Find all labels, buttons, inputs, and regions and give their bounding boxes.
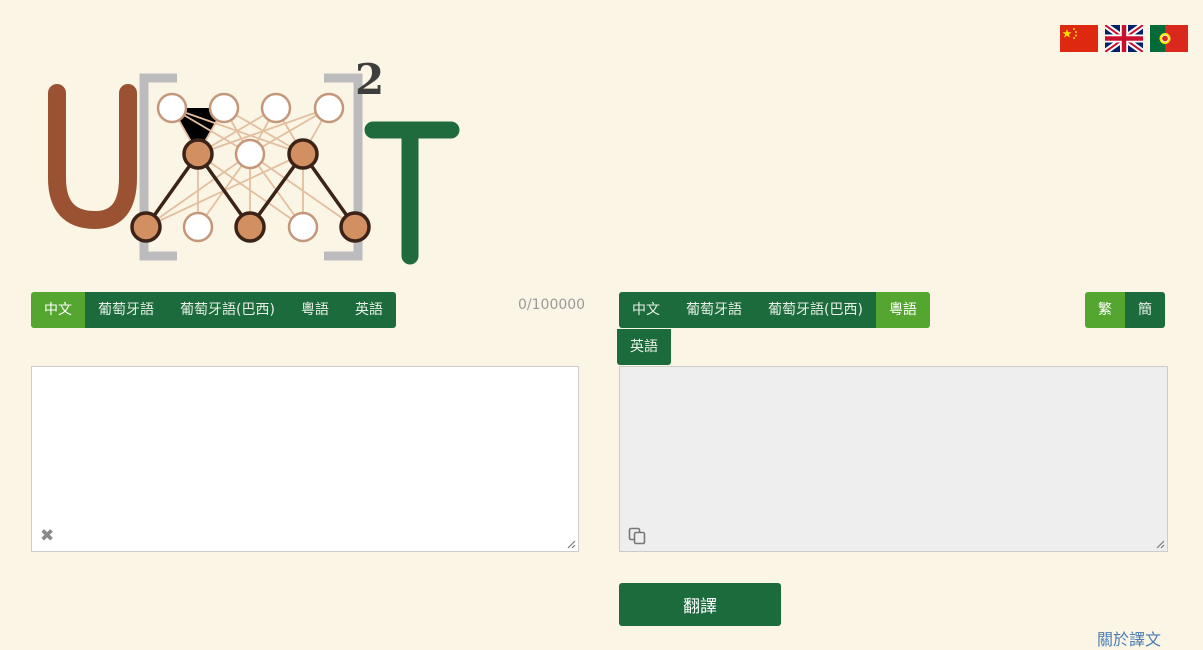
- target-language-tabs: 中文 葡萄牙語 葡萄牙語(巴西) 粵語: [619, 292, 930, 328]
- resize-handle-icon[interactable]: [1156, 540, 1165, 549]
- translation-output: [619, 366, 1168, 552]
- simplified-script-button[interactable]: 簡: [1125, 292, 1165, 328]
- translate-button[interactable]: 翻譯: [619, 583, 781, 626]
- character-counter: 0/100000: [518, 297, 586, 313]
- traditional-script-button[interactable]: 繁: [1085, 292, 1125, 328]
- uk-flag-icon[interactable]: [1105, 25, 1143, 52]
- source-tab-cantonese[interactable]: 粵語: [287, 292, 342, 328]
- target-tab-chinese[interactable]: 中文: [619, 292, 673, 328]
- chinese-flag-icon[interactable]: [1060, 25, 1098, 52]
- target-tab-portuguese-brazil[interactable]: 葡萄牙語(巴西): [755, 292, 876, 328]
- source-tab-portuguese[interactable]: 葡萄牙語: [85, 292, 167, 328]
- clear-icon[interactable]: ✖: [40, 528, 54, 545]
- source-language-tabs: 中文 葡萄牙語 葡萄牙語(巴西) 粵語 英語: [31, 292, 396, 328]
- portugal-flag-icon[interactable]: [1150, 25, 1188, 52]
- svg-text:2: 2: [355, 55, 384, 104]
- source-text-input[interactable]: [32, 367, 578, 551]
- source-tab-chinese[interactable]: 中文: [31, 292, 85, 328]
- about-translation-link[interactable]: 關於譯文: [1097, 626, 1161, 650]
- target-tab-portuguese[interactable]: 葡萄牙語: [673, 292, 755, 328]
- resize-handle-icon[interactable]: [567, 540, 576, 549]
- source-tab-english[interactable]: 英語: [341, 292, 396, 328]
- umt-logo: 2: [48, 55, 460, 265]
- target-tab-cantonese[interactable]: 粵語: [875, 292, 930, 328]
- source-tab-portuguese-brazil[interactable]: 葡萄牙語(巴西): [167, 292, 288, 328]
- script-toggle: 繁 簡: [1085, 292, 1165, 328]
- target-language-tabs-overflow: 英語: [617, 329, 671, 365]
- target-tab-english[interactable]: 英語: [617, 329, 671, 365]
- source-text-container: ✖: [31, 366, 579, 552]
- copy-icon[interactable]: [628, 527, 646, 545]
- language-flags: [1060, 25, 1188, 52]
